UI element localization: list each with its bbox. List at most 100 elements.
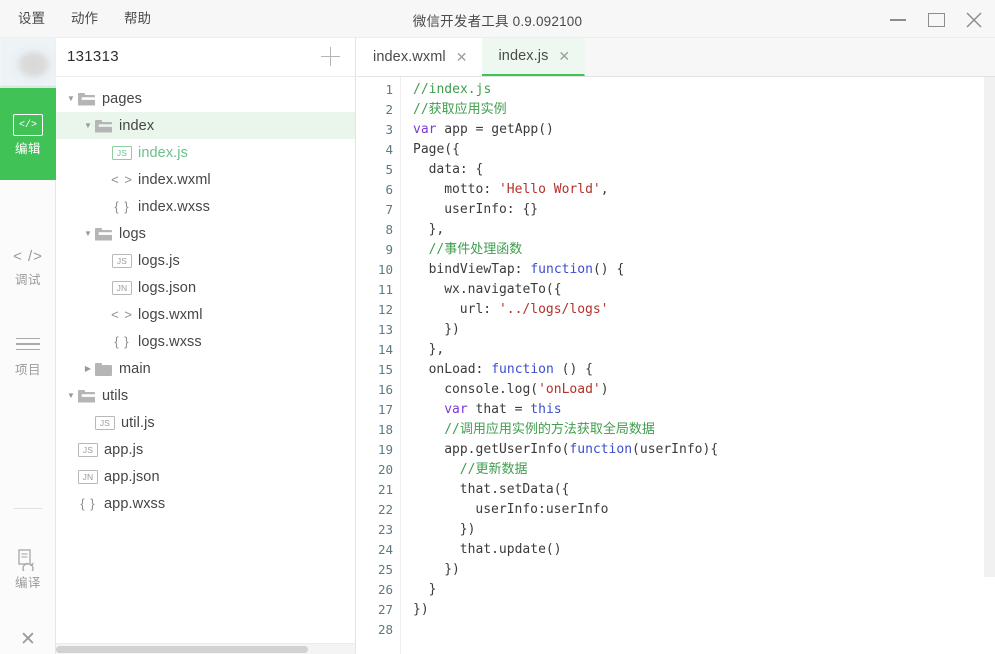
tree-row-label: index: [119, 118, 154, 134]
code-text: },: [413, 340, 444, 360]
chevron-right-icon[interactable]: ▶: [81, 355, 95, 382]
tree-row-logs-js[interactable]: JSlogs.js: [56, 247, 355, 274]
code-token-kw: var: [413, 122, 436, 137]
code-text: }): [413, 560, 460, 580]
code-line: 15onLoad: function () {: [357, 360, 995, 380]
tree-row-logs[interactable]: ▼ logs: [56, 220, 355, 247]
code-line: 24 that.update(): [357, 540, 995, 560]
tree-row-label: logs.js: [138, 253, 180, 269]
tree-row-util-js[interactable]: JSutil.js: [56, 409, 355, 436]
tree-row-label: logs.wxss: [138, 334, 202, 350]
menu-actions[interactable]: 动作: [69, 9, 100, 29]
line-number: 18: [357, 420, 393, 440]
menu-settings[interactable]: 设置: [16, 9, 47, 29]
json-file-icon: JN: [112, 281, 132, 295]
tree-row-index[interactable]: ▼ index: [56, 112, 355, 139]
tree-row-app-wxss[interactable]: { } app.wxss: [56, 490, 355, 517]
code-token-pl: ): [601, 382, 609, 397]
line-number: 2: [357, 100, 393, 120]
avatar[interactable]: [0, 38, 56, 88]
chevron-down-icon[interactable]: ▼: [64, 382, 78, 409]
line-number: 13: [357, 320, 393, 340]
code-line: 28: [357, 620, 995, 640]
tree-row-label: util.js: [121, 415, 155, 431]
compile-refresh-icon: [0, 544, 56, 574]
code-token-com: //index.js: [413, 82, 491, 97]
line-number: 4: [357, 140, 393, 160]
chevron-down-icon[interactable]: ▼: [81, 112, 95, 139]
title-bar: 设置 动作 帮助 微信开发者工具 0.9.092100: [0, 0, 995, 38]
tab-close-icon[interactable]: ✕: [456, 50, 468, 64]
line-number: 3: [357, 120, 393, 140]
code-text: //index.js: [413, 80, 491, 100]
add-file-button[interactable]: [321, 47, 341, 67]
code-text: //获取应用实例: [413, 100, 507, 120]
minimize-button[interactable]: [887, 8, 909, 30]
code-line: 3var app = getApp(): [357, 120, 995, 140]
code-token-pl: that.update(): [460, 542, 562, 557]
tree-row-index-js[interactable]: JSindex.js: [56, 139, 355, 166]
code-text: }): [413, 520, 475, 540]
code-line: 23}): [357, 520, 995, 540]
code-token-pl: }: [429, 582, 437, 597]
code-token-pl: bindViewTap:: [429, 262, 531, 277]
line-number: 25: [357, 560, 393, 580]
code-token-pl: ,: [601, 182, 609, 197]
code-token-pl: url:: [460, 302, 499, 317]
code-token-pl: () {: [554, 362, 593, 377]
code-text: }): [413, 600, 429, 620]
rail-item-edit[interactable]: </> 编辑: [0, 88, 56, 180]
tree-row-logs-wxml[interactable]: < >logs.wxml: [56, 301, 355, 328]
tree-row-index-wxml[interactable]: < >index.wxml: [56, 166, 355, 193]
folder-open-icon: [78, 92, 96, 106]
code-token-str: 'onLoad': [538, 382, 601, 397]
tree-row-app-js[interactable]: JSapp.js: [56, 436, 355, 463]
rail-item-compile[interactable]: 编译: [0, 536, 56, 596]
folder-open-icon: [95, 227, 113, 241]
tree-row-logs-json[interactable]: JNlogs.json: [56, 274, 355, 301]
code-token-pl: data: {: [429, 162, 484, 177]
rail-item-project[interactable]: 项目: [0, 323, 56, 383]
tree-row-label: app.wxss: [104, 496, 165, 512]
code-token-com: //获取应用实例: [413, 102, 507, 117]
tree-row-utils[interactable]: ▼utils: [56, 382, 355, 409]
file-tree-horizontal-scrollbar[interactable]: [56, 643, 355, 654]
wxss-file-icon: { }: [78, 496, 98, 511]
code-line: 21that.setData({: [357, 480, 995, 500]
editor-tab-index-wxml[interactable]: index.wxml✕: [357, 38, 482, 76]
tree-row-logs-wxss[interactable]: { }logs.wxss: [56, 328, 355, 355]
line-number: 26: [357, 580, 393, 600]
code-text: }: [413, 580, 436, 600]
line-number: 19: [357, 440, 393, 460]
close-x-glyph: ✕: [20, 630, 36, 649]
tree-row-pages[interactable]: ▼pages: [56, 85, 355, 112]
editor-tab-index-js[interactable]: index.js✕: [482, 38, 585, 76]
code-token-pl: console.log(: [444, 382, 538, 397]
file-tree-list[interactable]: ▼pages▼indexJSindex.js< >index.wxml{ }in…: [56, 77, 355, 642]
tree-row-label: logs: [119, 226, 146, 242]
code-line: 11wx.navigateTo({: [357, 280, 995, 300]
tree-row-main[interactable]: ▶main: [56, 355, 355, 382]
line-number: 24: [357, 540, 393, 560]
code-token-pl: (userInfo){: [632, 442, 718, 457]
tree-row-label: app.js: [104, 442, 143, 458]
code-line: 17var that = this: [357, 400, 995, 420]
code-token-pl: that =: [468, 402, 531, 417]
close-icon[interactable]: [963, 8, 985, 30]
tree-row-label: logs.wxml: [138, 307, 203, 323]
tab-close-icon[interactable]: ✕: [558, 49, 570, 63]
chevron-down-icon[interactable]: ▼: [81, 220, 95, 247]
tree-row-app-json[interactable]: JNapp.json: [56, 463, 355, 490]
code-token-str: 'Hello World': [499, 182, 601, 197]
code-text: that.setData({: [413, 480, 569, 500]
folder-open-icon: [78, 389, 96, 403]
rail-item-close[interactable]: ✕ 关闭: [0, 616, 56, 654]
chevron-down-icon[interactable]: ▼: [64, 85, 78, 112]
code-token-pl: }): [444, 562, 460, 577]
menu-help[interactable]: 帮助: [122, 9, 153, 29]
maximize-button[interactable]: [925, 8, 947, 30]
tree-row-index-wxss[interactable]: { }index.wxss: [56, 193, 355, 220]
rail-item-debug[interactable]: < /> 调试: [0, 233, 56, 293]
code-area[interactable]: 1//index.js2//获取应用实例3var app = getApp()4…: [357, 77, 995, 654]
editor-tab-strip: index.wxml✕index.js✕: [357, 38, 995, 77]
